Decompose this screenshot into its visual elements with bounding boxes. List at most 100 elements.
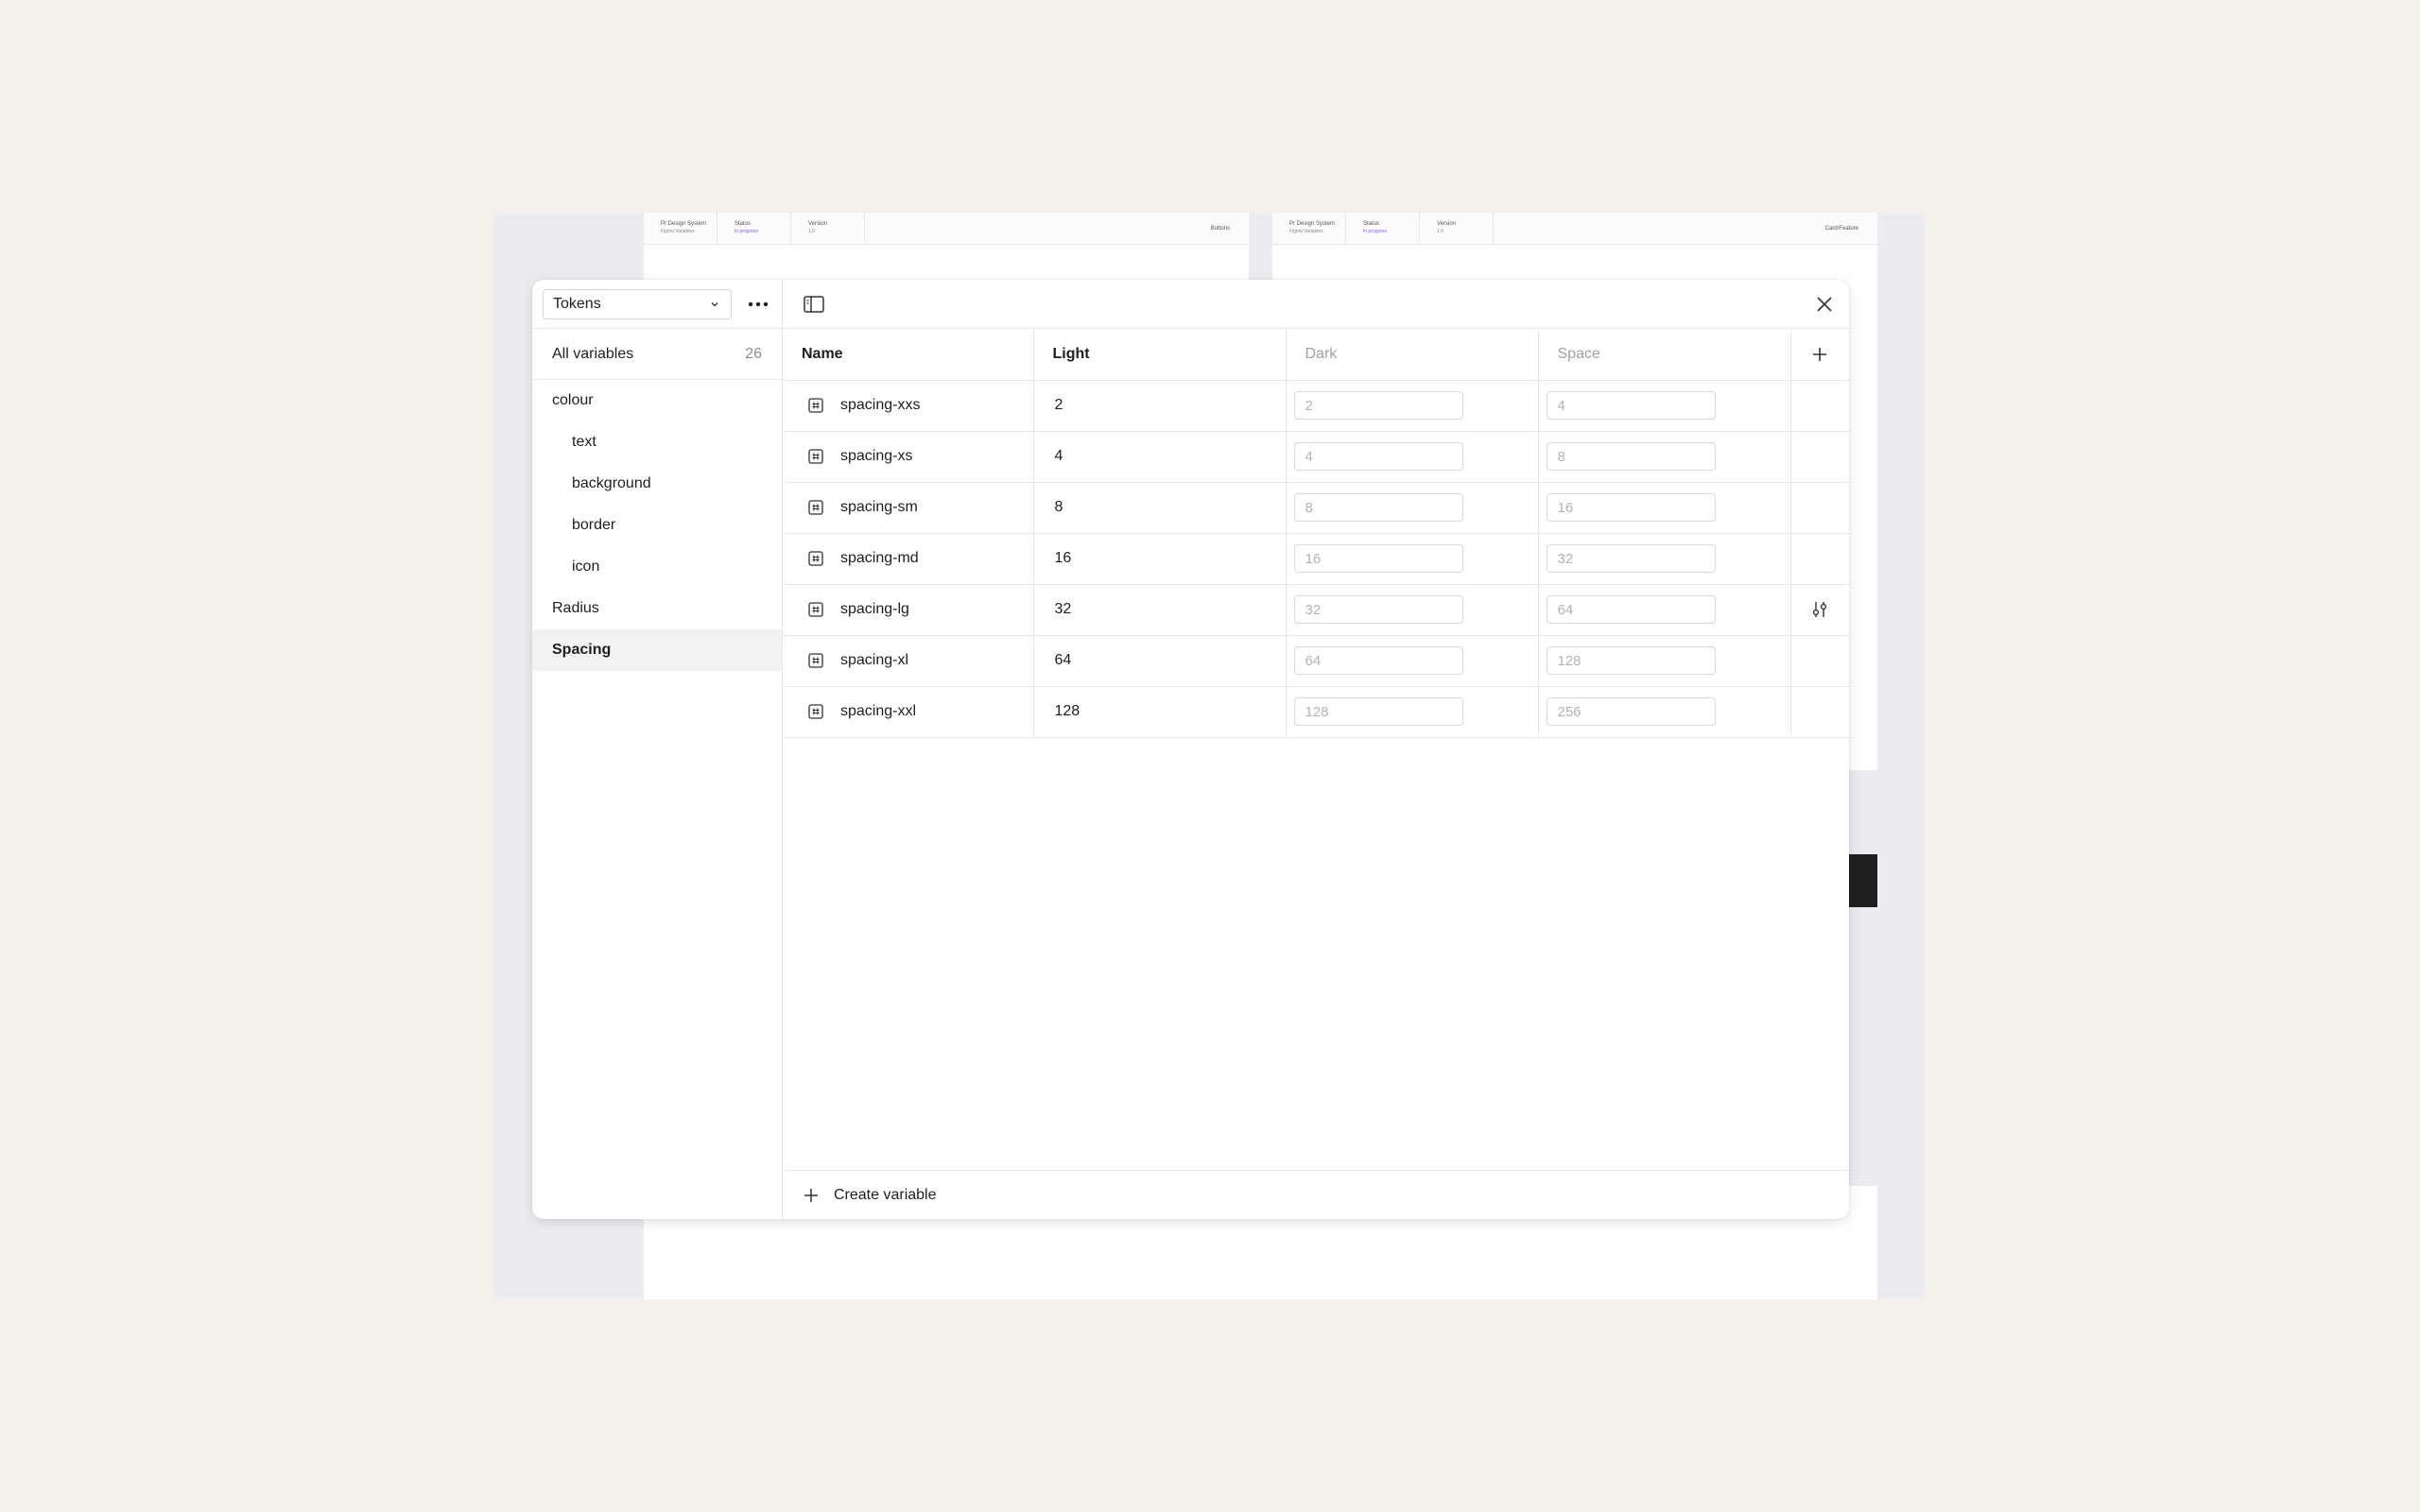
sidebar-header: Tokens [532,280,782,329]
number-variable-icon [807,601,824,618]
table-row[interactable]: spacing-md 16 [783,533,1849,585]
variable-name[interactable]: spacing-xxs [840,397,920,414]
all-variables-item[interactable]: All variables 26 [532,329,782,380]
frame-status-value: In progress [735,229,759,234]
dark-value-input[interactable] [1293,442,1463,471]
frame-header: Pr Design System Figma Variables Status … [1272,213,1877,245]
dark-value-input[interactable] [1293,391,1463,420]
group-label: Spacing [552,642,612,658]
sliders-icon [1813,602,1827,617]
column-header-name: Name [783,329,1034,381]
frame-version-value: 1.0 [808,229,815,234]
dark-value-input[interactable] [1293,646,1463,675]
group-label: Radius [552,600,599,616]
light-value[interactable]: 32 [1033,584,1287,636]
frame-system-title: Pr Design System [1289,221,1336,227]
all-variables-label: All variables [552,345,634,362]
space-value-input[interactable] [1546,544,1716,573]
add-mode-button[interactable] [1791,329,1850,380]
close-button[interactable] [1811,291,1838,318]
frame-system-sub: Figma Variables [661,229,695,234]
collection-select[interactable]: Tokens [543,288,732,319]
frame-header: Pr Design System Figma Variables Status … [644,213,1249,245]
frame-page-name: Buttons [1210,226,1230,232]
number-variable-icon [807,448,824,465]
frame-system-sub: Figma Variables [1289,229,1323,234]
all-variables-count: 26 [745,345,762,362]
light-value[interactable]: 128 [1033,686,1287,738]
frame-status-value: In progress [1363,229,1388,234]
space-value-input[interactable] [1546,391,1716,420]
number-variable-icon [807,550,824,567]
sidebar-item-icon[interactable]: icon [532,546,782,588]
create-variable-label: Create variable [834,1186,937,1203]
canvas-dark-element [1845,854,1877,907]
variable-name[interactable]: spacing-md [840,550,919,567]
sidebar-item-radius[interactable]: Radius [532,588,782,629]
sidebar-panel-icon [804,295,824,313]
dark-value-input[interactable] [1293,595,1463,624]
collection-name: Tokens [553,295,601,312]
column-header-dark[interactable]: Dark [1286,329,1539,381]
dark-value-input[interactable] [1293,697,1463,726]
sidebar-toggle-button[interactable] [802,292,826,317]
table-header-row: Name Light Dark Space [783,329,1850,381]
variables-table: Name Light Dark Space spacing-xxs 2 2 4 … [783,329,1849,738]
create-variable-button[interactable]: Create variable [783,1170,1849,1219]
light-value[interactable]: 8 [1033,482,1287,534]
column-header-light[interactable]: Light [1033,329,1287,381]
number-variable-icon [807,703,824,720]
variables-sidebar: Tokens All variables 26 colour text back… [532,280,783,1219]
variables-main: Name Light Dark Space spacing-xxs 2 2 4 … [783,280,1849,1219]
frame-version-title: Version [1437,221,1457,227]
group-label: icon [572,558,600,575]
variable-name[interactable]: spacing-sm [840,499,918,516]
sidebar-item-colour[interactable]: colour [532,380,782,421]
dark-value-input[interactable] [1293,493,1463,522]
frame-page-name: Card/Feature [1824,226,1858,232]
sidebar-item-border[interactable]: border [532,505,782,546]
number-variable-icon [807,397,824,414]
frame-status-title: Status [735,221,752,227]
more-options-button[interactable] [745,290,772,318]
variables-modal: Tokens All variables 26 colour text back… [532,280,1849,1219]
group-list: colour text background border icon Radiu… [532,380,782,671]
light-value[interactable]: 16 [1033,533,1287,585]
sidebar-item-background[interactable]: background [532,463,782,505]
frame-version-value: 1.0 [1437,229,1443,234]
table-row[interactable]: spacing-xl 64 [783,635,1849,687]
dark-value-input[interactable] [1293,544,1463,573]
sidebar-item-spacing[interactable]: Spacing [532,629,782,671]
main-toolbar [783,280,1849,329]
table-row[interactable]: spacing-lg 32 [783,584,1850,636]
column-header-space[interactable]: Space [1538,329,1791,381]
space-value-input[interactable] [1546,697,1716,726]
table-row[interactable]: spacing-xxs 2 [783,380,1849,432]
frame-version-title: Version [808,221,828,227]
space-value-input[interactable] [1546,442,1716,471]
space-value-input[interactable] [1546,493,1716,522]
chevron-down-icon [708,298,721,311]
light-value[interactable]: 2 [1033,380,1287,432]
table-row[interactable]: spacing-sm 8 [783,482,1849,534]
variable-name[interactable]: spacing-lg [840,601,909,618]
frame-system-title: Pr Design System [661,221,707,227]
plus-icon [802,1186,821,1205]
group-label: background [572,475,651,491]
table-row[interactable]: spacing-xs 4 [783,431,1849,483]
sidebar-item-text[interactable]: text [532,421,782,463]
frame-status-title: Status [1363,221,1380,227]
variable-name[interactable]: spacing-xl [840,652,908,669]
number-variable-icon [807,499,824,516]
space-value-input[interactable] [1546,595,1716,624]
table-row[interactable]: spacing-xxl 128 [783,686,1849,738]
plus-icon [1813,347,1827,361]
variable-name[interactable]: spacing-xxl [840,703,916,720]
space-value-input[interactable] [1546,646,1716,675]
group-label: colour [552,392,594,408]
close-icon [1817,297,1832,312]
light-value[interactable]: 64 [1033,635,1287,687]
edit-variable-button[interactable] [1791,585,1850,635]
light-value[interactable]: 4 [1033,431,1287,483]
variable-name[interactable]: spacing-xs [840,448,912,465]
